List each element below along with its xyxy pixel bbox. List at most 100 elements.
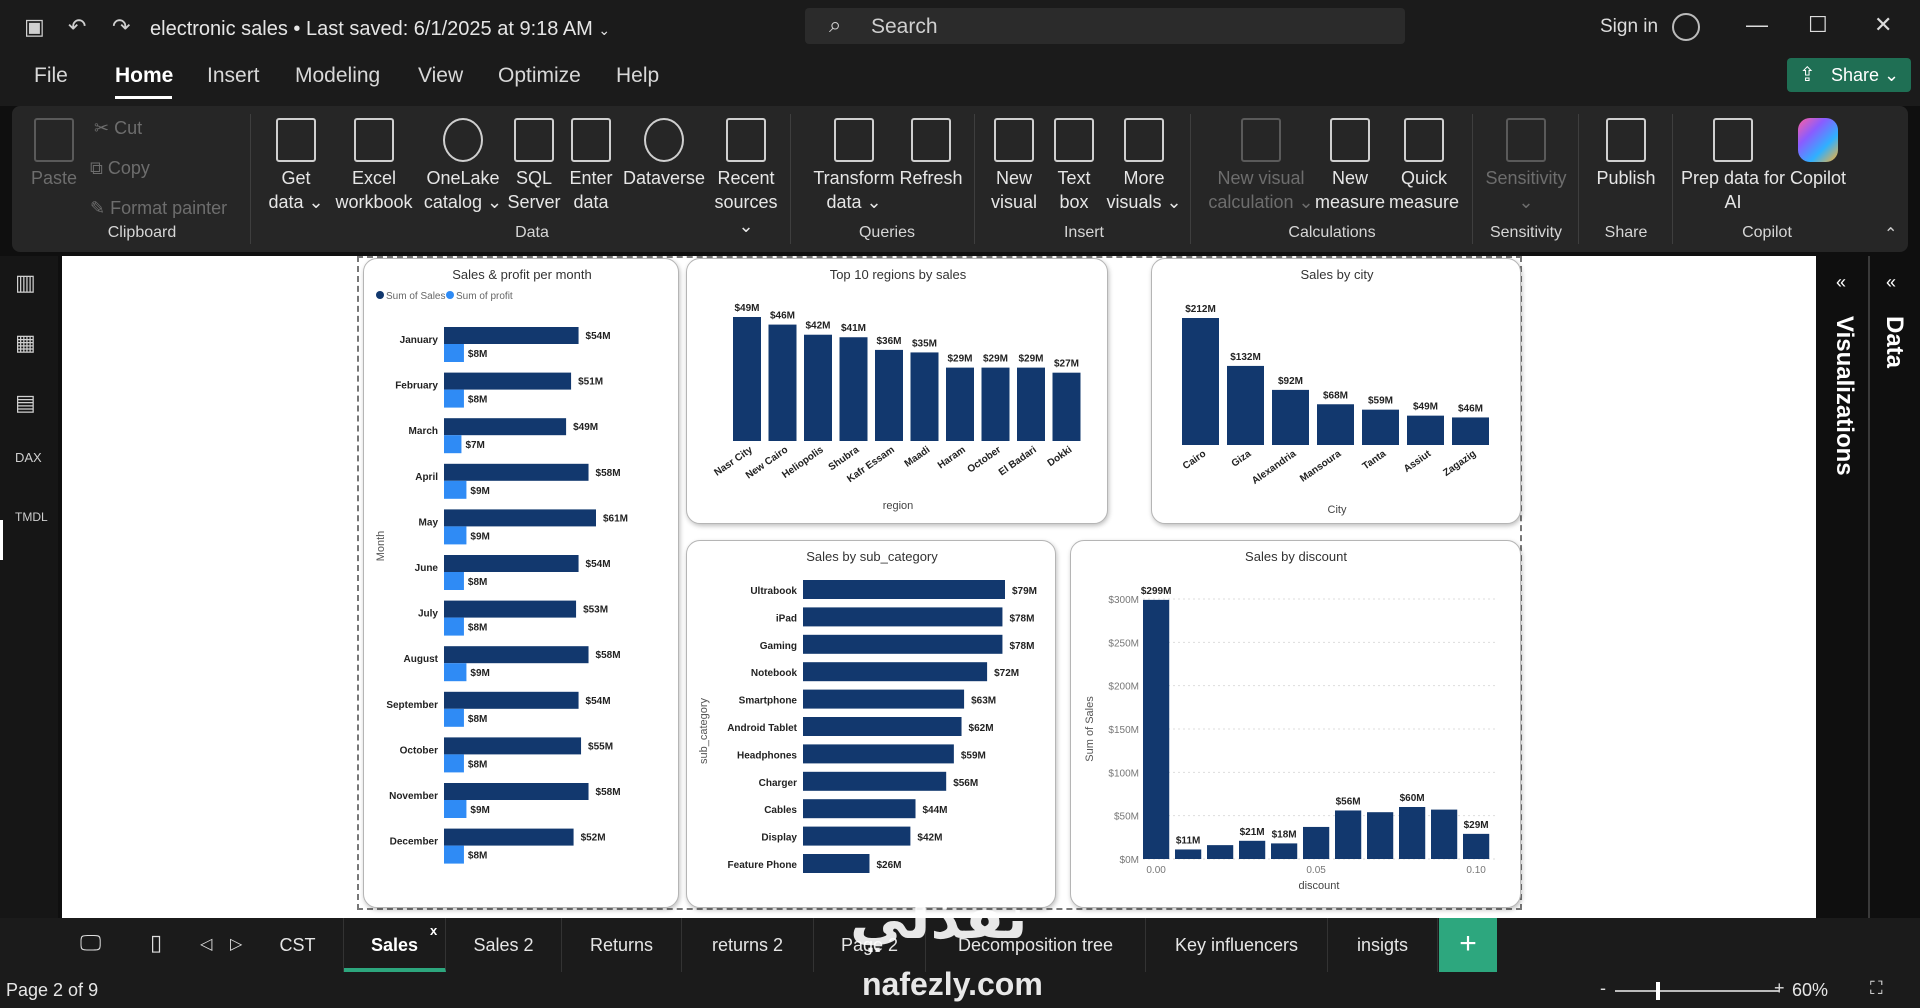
copy-button[interactable]: ⧉ Copy	[90, 158, 150, 179]
sign-in-link[interactable]: Sign in	[1600, 16, 1658, 38]
mobile-layout-icon[interactable]: ▯	[150, 930, 162, 956]
chart-sales-by-city[interactable]: Sales by city $212M Cairo $132M Giza $92M Alex…	[1151, 258, 1521, 524]
collapse-data-icon[interactable]: «	[1886, 272, 1896, 293]
tab-sales[interactable]: Sales x	[344, 918, 446, 972]
zoom-slider-thumb[interactable]	[1656, 982, 1660, 1000]
sensitivity-button[interactable]: Sensitivity ⌄	[1480, 118, 1572, 214]
category-label: Alexandria	[1250, 448, 1299, 487]
bar	[804, 334, 832, 441]
undo-icon[interactable]: ↶	[68, 14, 86, 40]
data-label: $49M	[573, 422, 598, 433]
minimize-icon[interactable]: —	[1746, 12, 1768, 38]
dataverse-button[interactable]: Dataverse	[616, 118, 712, 190]
new-visual-button[interactable]: New visual	[984, 118, 1044, 214]
data-label: $53M	[583, 605, 608, 616]
paste-button[interactable]: Paste	[26, 118, 82, 190]
close-tab-icon[interactable]: x	[430, 904, 437, 958]
visualizations-pane-label[interactable]: Visualizations	[1830, 316, 1858, 476]
data-pane-label[interactable]: Data	[1880, 316, 1908, 368]
prep-data-for-ai-button[interactable]: Prep data for AI	[1678, 118, 1788, 214]
maximize-icon[interactable]: ☐	[1808, 12, 1828, 38]
data-label: $18M	[1272, 829, 1297, 840]
bar-sales	[444, 828, 574, 846]
excel-workbook-button[interactable]: Excel workbook	[326, 118, 422, 214]
menu-modeling[interactable]: Modeling	[295, 64, 380, 88]
category-label: January	[400, 335, 439, 346]
tab-returns-2[interactable]: returns 2	[682, 918, 814, 972]
desktop-layout-icon[interactable]: 🖵	[80, 930, 101, 956]
category-label: Android Tablet	[727, 723, 797, 734]
onelake-catalog-button[interactable]: OneLake catalog ⌄	[418, 118, 508, 214]
enter-data-button[interactable]: Enter data	[560, 118, 622, 214]
document-title[interactable]: electronic sales • Last saved: 6/1/2025 …	[150, 18, 610, 41]
menu-home[interactable]: Home	[115, 64, 173, 88]
menu-view[interactable]: View	[418, 64, 463, 88]
chart-sales-by-subcategory[interactable]: Sales by sub_category sub_category Ultrabo…	[686, 540, 1056, 908]
text-box-button[interactable]: Text box	[1044, 118, 1104, 214]
zoom-out-icon[interactable]: -	[1600, 978, 1606, 999]
bar	[1317, 404, 1354, 445]
quick-measure-button[interactable]: Quick measure	[1384, 118, 1464, 214]
x-axis-title: discount	[1299, 880, 1340, 892]
x-tick-label: 0.05	[1306, 865, 1326, 876]
chart-sales-by-discount[interactable]: Sales by discount $0M $50M $100M $150M $200M $…	[1070, 540, 1521, 908]
cut-button[interactable]: ✂ Cut	[94, 118, 142, 139]
y-tick-label: $300M	[1108, 595, 1139, 606]
chart-title: Sales & profit per month	[452, 267, 591, 282]
avatar[interactable]	[1672, 13, 1700, 41]
more-visuals-button[interactable]: More visuals ⌄	[1104, 118, 1184, 214]
search-box[interactable]: ⌕ Search	[805, 8, 1405, 44]
collapse-ribbon-icon[interactable]: ⌃	[1884, 224, 1897, 244]
get-data-button[interactable]: Get data ⌄	[264, 118, 328, 214]
publish-button[interactable]: Publish	[1586, 118, 1666, 190]
bar	[1272, 389, 1309, 445]
format-painter-button[interactable]: ✎ Format painter	[90, 198, 227, 219]
sql-server-button[interactable]: SQL Server	[504, 118, 564, 214]
tab-insigts[interactable]: insigts	[1328, 918, 1438, 972]
refresh-icon	[911, 118, 951, 162]
bar	[803, 689, 965, 709]
chart-top-regions[interactable]: Top 10 regions by sales $49M Nasr City $46M…	[686, 258, 1108, 524]
share-button[interactable]: ⇪ Share ⌄	[1787, 58, 1911, 92]
close-icon[interactable]: ✕	[1874, 12, 1892, 38]
new-visual-calculation-button[interactable]: New visual calculation ⌄	[1198, 118, 1324, 214]
model-view-icon[interactable]: ▤	[15, 390, 36, 416]
tab-key-influencers[interactable]: Key influencers	[1146, 918, 1328, 972]
menu-file[interactable]: File	[34, 64, 68, 88]
legend-label: Sum of Sales	[386, 291, 445, 302]
new-measure-button[interactable]: New measure	[1310, 118, 1390, 214]
menu-insert[interactable]: Insert	[207, 64, 260, 88]
category-label: Headphones	[737, 750, 797, 761]
collapse-visualizations-icon[interactable]: «	[1836, 272, 1846, 293]
more-visuals-icon	[1124, 118, 1164, 162]
tab-cst[interactable]: CST	[252, 918, 344, 972]
report-view-icon[interactable]: ▥	[15, 270, 36, 296]
tab-sales-2[interactable]: Sales 2	[446, 918, 562, 972]
data-label: $8M	[468, 851, 487, 862]
zoom-slider[interactable]	[1615, 990, 1779, 992]
transform-data-button[interactable]: Transform data ⌄	[802, 118, 906, 214]
data-label: $42M	[917, 833, 942, 844]
table-view-icon[interactable]: ▦	[15, 330, 36, 356]
bar	[1367, 812, 1394, 859]
category-label: June	[415, 563, 439, 574]
zoom-in-icon[interactable]: +	[1774, 978, 1785, 999]
dax-query-view-icon[interactable]: DAX	[15, 450, 42, 465]
menu-optimize[interactable]: Optimize	[498, 64, 581, 88]
redo-icon[interactable]: ↷	[112, 14, 130, 40]
menu-help[interactable]: Help	[616, 64, 659, 88]
tab-scroll-right-icon[interactable]: ▷	[230, 934, 242, 954]
tmdl-view-icon[interactable]: TMDL	[15, 510, 48, 524]
save-icon[interactable]: ▣	[24, 14, 45, 40]
add-page-button[interactable]: +	[1439, 918, 1497, 972]
category-label: Gaming	[760, 641, 797, 652]
copilot-button[interactable]: Copilot	[1780, 118, 1856, 190]
tab-returns[interactable]: Returns	[562, 918, 682, 972]
tab-scroll-left-icon[interactable]: ◁	[200, 934, 212, 954]
chart-sales-profit-per-month[interactable]: Sales & profit per month Sum of Sales Sum …	[363, 258, 679, 908]
new-visual-icon	[994, 118, 1034, 162]
fit-to-page-icon[interactable]: ⛶	[1870, 978, 1883, 999]
refresh-button[interactable]: Refresh	[896, 118, 966, 190]
recent-sources-button[interactable]: Recent sources ⌄	[706, 118, 786, 238]
category-label: Display	[761, 833, 797, 844]
